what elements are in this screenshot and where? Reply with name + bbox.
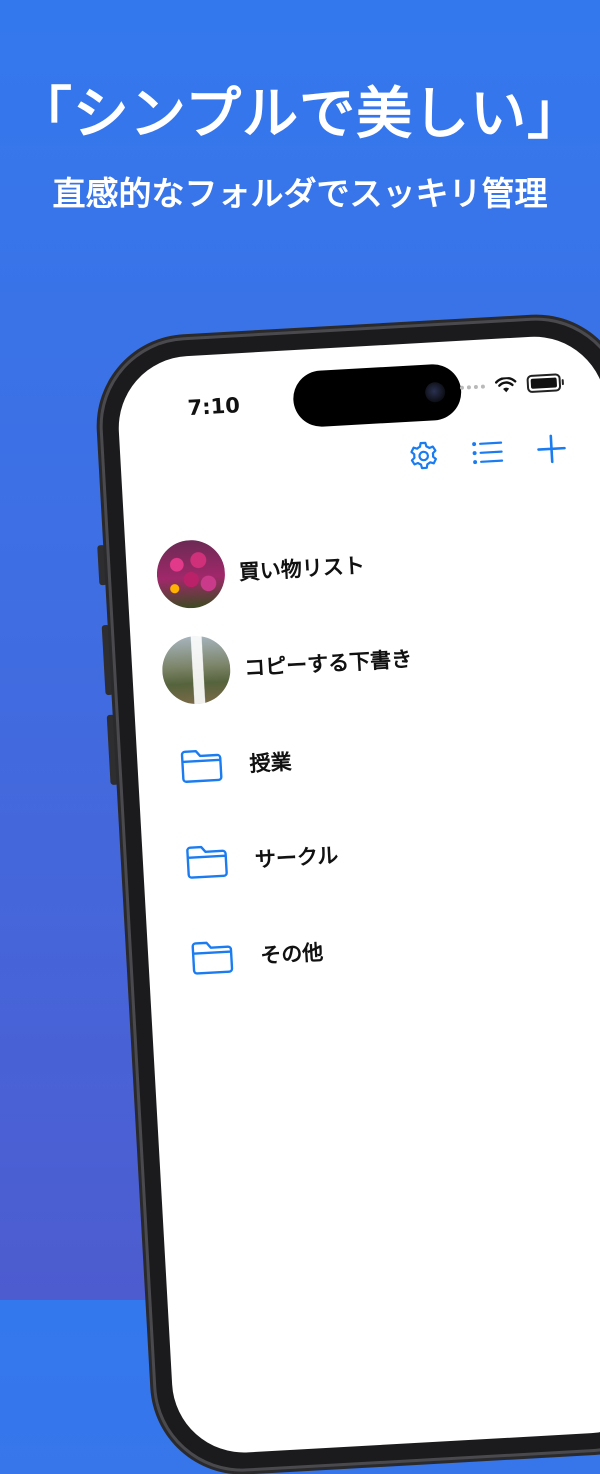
list-view-button[interactable] <box>470 434 506 470</box>
folder-icon <box>177 922 249 994</box>
volume-down-button <box>106 714 119 785</box>
battery-icon <box>526 373 562 394</box>
list-item-label: コピーする下書き <box>243 646 413 681</box>
folder-list: 買い物リスト コピーする下書き 授業 サークル その他 <box>124 503 600 1009</box>
flowers-photo-icon <box>155 538 227 611</box>
settings-button[interactable] <box>406 438 442 474</box>
volume-up-button <box>101 624 114 696</box>
promo-headline: 「シンプルで美しい」 <box>15 82 585 147</box>
front-camera <box>424 381 446 403</box>
list-item-label: サークル <box>254 843 339 873</box>
app-screen: 7:10 買い物リスト コピーする下書き 授業 サークル その他 <box>114 332 600 1457</box>
list-item-label: 買い物リスト <box>238 553 366 585</box>
toolbar <box>406 431 570 474</box>
folder-icon <box>171 826 243 898</box>
signal-dots-icon <box>459 384 486 390</box>
list-item-label: 授業 <box>248 749 293 777</box>
add-button[interactable] <box>534 431 570 467</box>
gear-icon <box>410 441 437 470</box>
waterfall-photo-icon <box>160 634 233 706</box>
plus-icon <box>537 434 566 464</box>
status-indicators <box>459 373 562 397</box>
list-icon <box>472 441 504 465</box>
status-time: 7:10 <box>186 393 241 421</box>
promo-subheadline: 直感的なフォルダでスッキリ管理 <box>52 174 548 213</box>
wifi-icon <box>495 376 517 393</box>
list-item-label: その他 <box>259 940 324 968</box>
folder-icon <box>166 730 238 802</box>
dynamic-island <box>291 362 463 429</box>
action-button <box>97 544 108 586</box>
